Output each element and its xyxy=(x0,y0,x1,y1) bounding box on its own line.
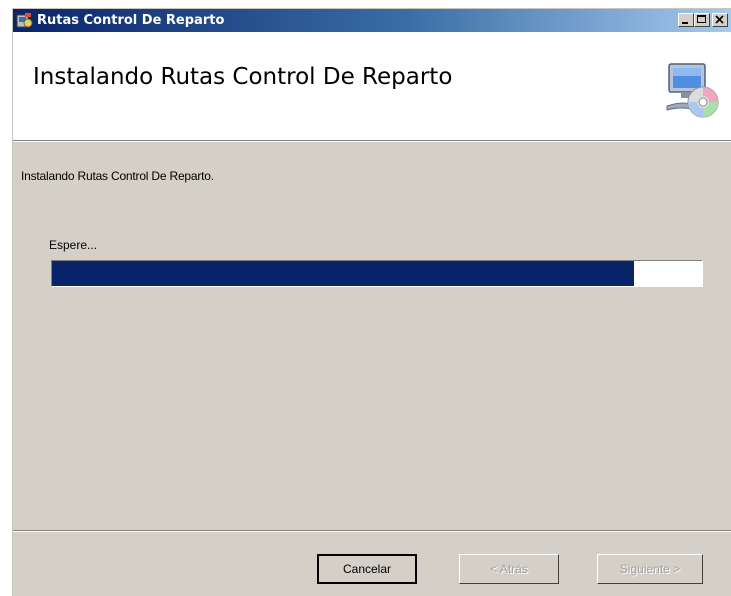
minimize-button[interactable] xyxy=(678,13,694,27)
banner-divider-highlight xyxy=(13,141,731,142)
next-button[interactable]: Siguiente > xyxy=(597,554,703,584)
title-bar[interactable]: Rutas Control De Reparto xyxy=(13,9,731,32)
footer-divider-highlight xyxy=(13,531,731,532)
maximize-button[interactable] xyxy=(694,13,710,27)
installer-window: Rutas Control De Reparto Instalando Ruta… xyxy=(12,8,731,596)
status-text: Instalando Rutas Control De Reparto. xyxy=(21,169,214,183)
header-banner: Instalando Rutas Control De Reparto xyxy=(13,32,731,140)
back-button[interactable]: < Atrás xyxy=(459,554,559,584)
computer-cd-icon xyxy=(666,63,719,118)
close-icon xyxy=(715,15,724,24)
wait-label: Espere... xyxy=(49,238,98,252)
installer-app-icon xyxy=(16,13,33,28)
maximize-icon xyxy=(697,15,706,23)
banner-heading: Instalando Rutas Control De Reparto xyxy=(33,64,453,90)
progress-fill xyxy=(52,261,634,286)
close-button[interactable] xyxy=(712,13,728,27)
progress-bar xyxy=(51,260,703,287)
cancel-button[interactable]: Cancelar xyxy=(317,554,417,584)
window-title: Rutas Control De Reparto xyxy=(37,13,225,28)
minimize-icon xyxy=(682,22,688,24)
